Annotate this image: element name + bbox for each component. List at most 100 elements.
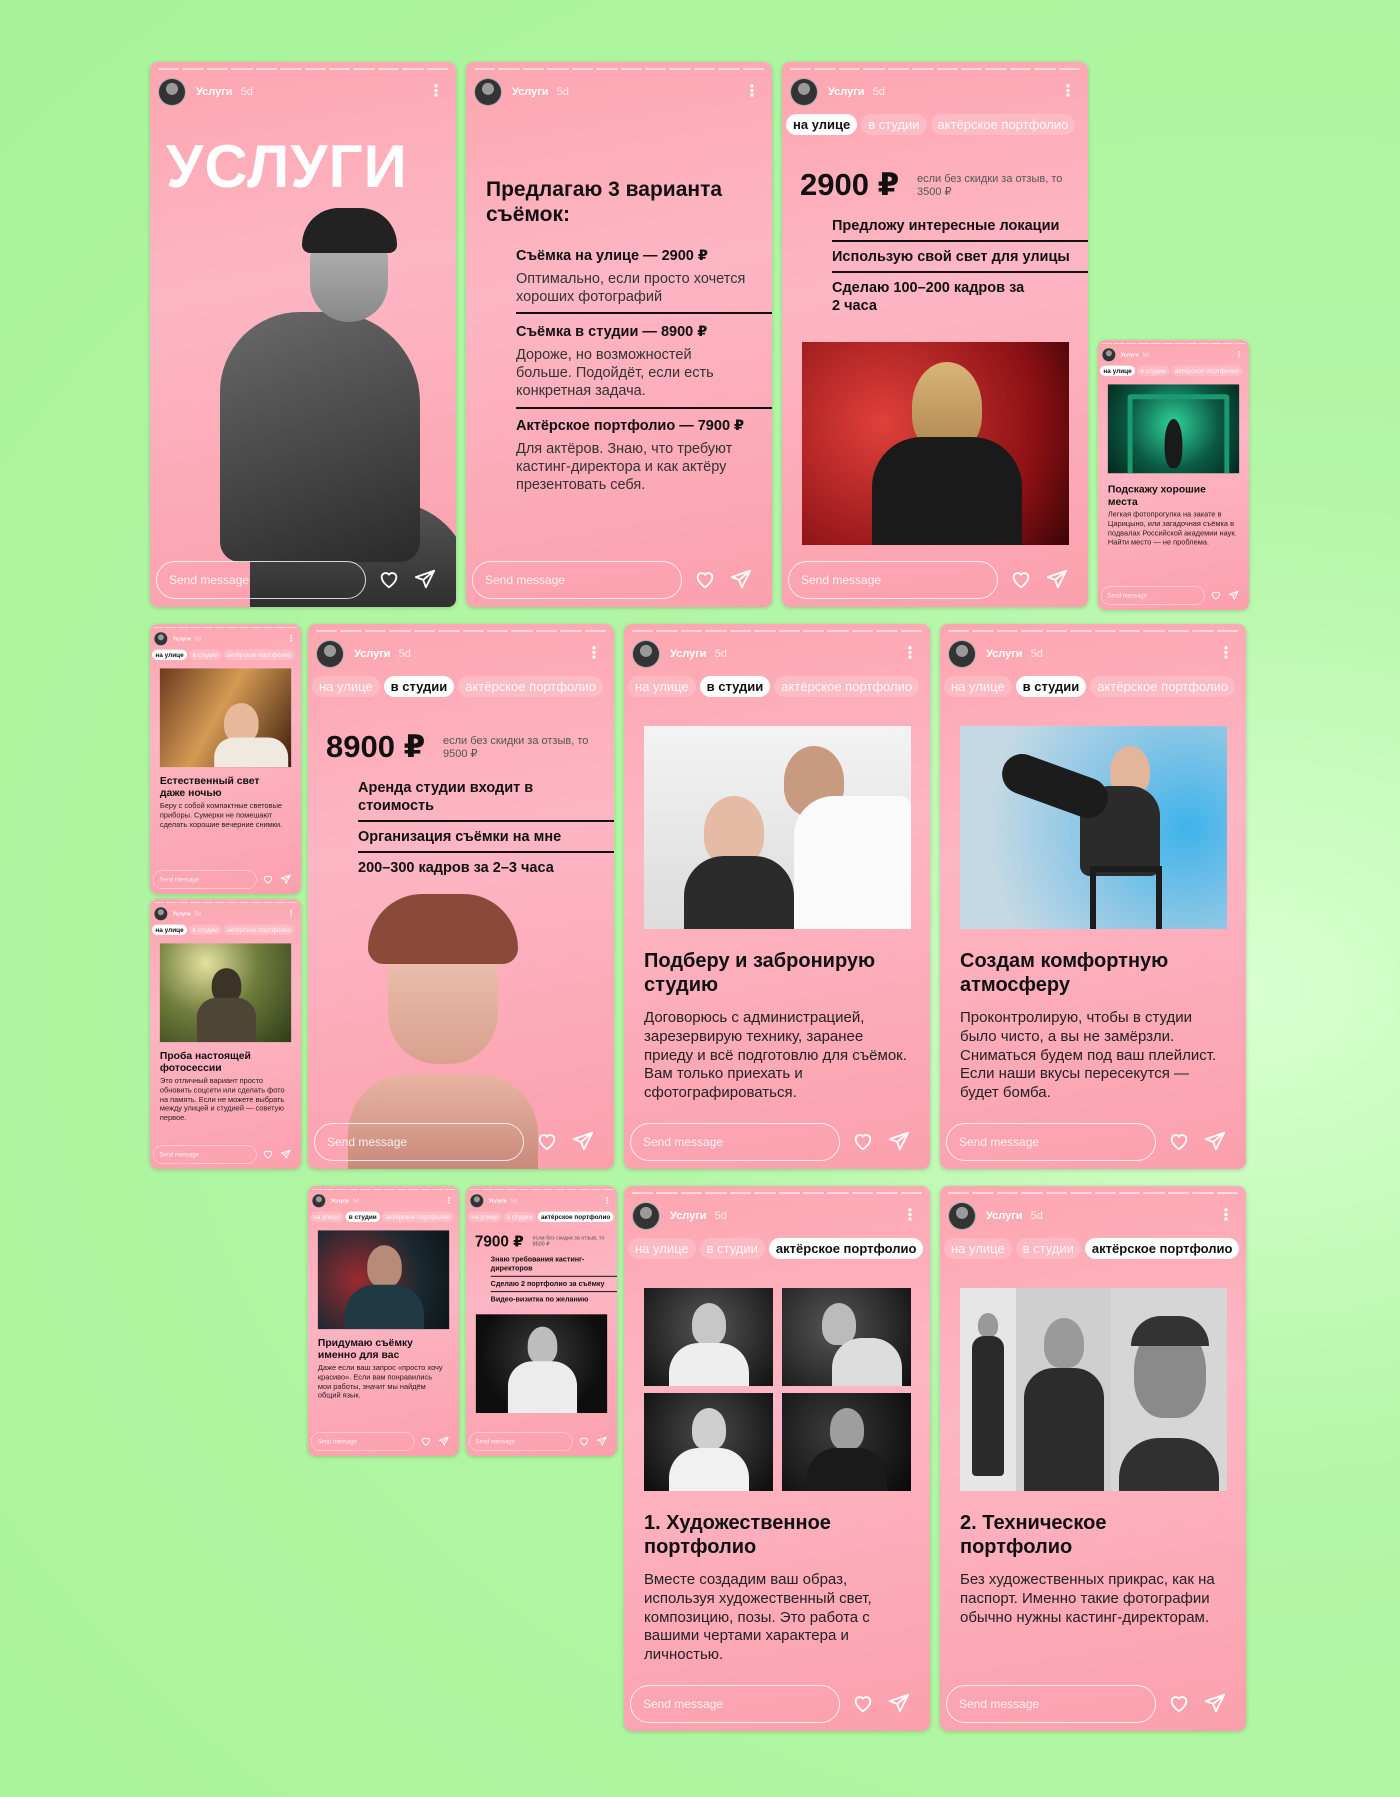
more-icon[interactable]: ⋮ bbox=[740, 84, 764, 100]
more-icon[interactable]: ⋮ bbox=[285, 635, 297, 643]
tab-actor[interactable]: актёрское портфолио bbox=[774, 676, 920, 697]
heart-icon[interactable] bbox=[1168, 1692, 1192, 1716]
send-icon[interactable] bbox=[438, 1436, 450, 1448]
avatar[interactable] bbox=[948, 1202, 976, 1230]
tab-studio[interactable]: в студии bbox=[189, 924, 222, 936]
tab-actor[interactable]: актёрское портфолио bbox=[1084, 1238, 1240, 1259]
tab-studio[interactable]: в студии bbox=[699, 1238, 765, 1259]
username[interactable]: Услуги bbox=[1121, 352, 1139, 358]
more-icon[interactable]: ⋮ bbox=[1056, 84, 1080, 100]
heart-icon[interactable] bbox=[263, 874, 275, 886]
username[interactable]: Услуги bbox=[173, 636, 191, 642]
send-message-input[interactable]: Send message bbox=[472, 561, 682, 599]
send-message-input[interactable]: Send message bbox=[630, 1685, 840, 1723]
heart-icon[interactable] bbox=[1010, 568, 1034, 592]
avatar[interactable] bbox=[153, 906, 168, 921]
avatar[interactable] bbox=[632, 1202, 660, 1230]
tab-studio[interactable]: в студии bbox=[383, 676, 455, 697]
more-icon[interactable]: ⋮ bbox=[582, 646, 606, 662]
story-card-booking[interactable]: на улице в студии актёрское портфолио По… bbox=[624, 624, 930, 1169]
send-icon[interactable] bbox=[730, 568, 754, 592]
story-card-trial[interactable]: на улице в студии актёрское портфолио Пр… bbox=[150, 899, 301, 1169]
more-icon[interactable]: ⋮ bbox=[601, 1197, 613, 1205]
heart-icon[interactable] bbox=[1211, 590, 1223, 602]
tab-actor[interactable]: актёрское портфолио bbox=[223, 649, 295, 661]
tab-studio[interactable]: в студии bbox=[189, 649, 222, 661]
tab-street[interactable]: на улице bbox=[944, 1238, 1012, 1259]
send-icon[interactable] bbox=[280, 874, 292, 886]
avatar[interactable] bbox=[948, 640, 976, 668]
username[interactable]: Услуги bbox=[986, 648, 1023, 660]
avatar[interactable] bbox=[469, 1193, 484, 1208]
tab-studio[interactable]: в студии bbox=[503, 1211, 536, 1223]
more-icon[interactable]: ⋮ bbox=[443, 1197, 455, 1205]
send-message-input[interactable]: Send message bbox=[314, 1123, 524, 1161]
tab-studio[interactable]: в студии bbox=[345, 1211, 381, 1223]
avatar[interactable] bbox=[153, 631, 168, 646]
heart-icon[interactable] bbox=[421, 1436, 433, 1448]
tab-street[interactable]: на улице bbox=[467, 1211, 502, 1223]
story-card-concept[interactable]: на улице в студии актёрское портфолио Пр… bbox=[308, 1186, 459, 1456]
story-card-art-portfolio[interactable]: на улице в студии актёрское портфолио 1.… bbox=[624, 1186, 930, 1731]
tab-street[interactable]: на улице bbox=[1099, 365, 1136, 377]
send-message-input[interactable]: Send message bbox=[468, 1432, 573, 1452]
heart-icon[interactable] bbox=[263, 1149, 275, 1161]
tab-actor[interactable]: актёрское портфолио bbox=[458, 676, 604, 697]
username[interactable]: Услуги bbox=[512, 86, 549, 98]
send-icon[interactable] bbox=[280, 1149, 292, 1161]
more-icon[interactable]: ⋮ bbox=[898, 646, 922, 662]
send-icon[interactable] bbox=[414, 568, 438, 592]
more-icon[interactable]: ⋮ bbox=[898, 1208, 922, 1224]
tab-studio[interactable]: в студии bbox=[1137, 365, 1170, 377]
avatar[interactable] bbox=[790, 78, 818, 106]
tab-actor[interactable]: актёрское портфолио bbox=[768, 1238, 924, 1259]
tab-studio[interactable]: в студии bbox=[1015, 1238, 1081, 1259]
heart-icon[interactable] bbox=[1168, 1130, 1192, 1154]
avatar[interactable] bbox=[311, 1193, 326, 1208]
tab-street[interactable]: на улице bbox=[309, 1211, 344, 1223]
story-card-places[interactable]: на улице в студии актёрское портфолио По… bbox=[1098, 340, 1249, 610]
send-message-input[interactable]: Send message bbox=[630, 1123, 840, 1161]
username[interactable]: Услуги bbox=[489, 1198, 507, 1204]
username[interactable]: Услуги bbox=[828, 86, 865, 98]
story-card-actor-price[interactable]: на улице в студии актёрское портфолио 79… bbox=[466, 1186, 617, 1456]
send-message-input[interactable]: Send message bbox=[152, 870, 257, 890]
tab-actor[interactable]: актёрское портфолио bbox=[1171, 365, 1243, 377]
tab-actor[interactable]: актёрское портфолио bbox=[382, 1211, 454, 1223]
username[interactable]: Услуги bbox=[986, 1210, 1023, 1222]
username[interactable]: Услуги bbox=[173, 911, 191, 917]
story-card-street-price[interactable]: на улице в студии актёрское портфолио 29… bbox=[782, 62, 1088, 607]
send-icon[interactable] bbox=[1228, 590, 1240, 602]
tab-actor[interactable]: актёрское портфолио bbox=[1090, 676, 1236, 697]
heart-icon[interactable] bbox=[378, 568, 402, 592]
send-icon[interactable] bbox=[1204, 1692, 1228, 1716]
send-message-input[interactable]: Send message bbox=[1100, 586, 1205, 606]
send-message-input[interactable]: Send message bbox=[156, 561, 366, 599]
tab-street[interactable]: на улице bbox=[944, 676, 1012, 697]
tab-actor[interactable]: актёрское портфолио bbox=[223, 924, 295, 936]
tab-actor[interactable]: актёрское портфолио bbox=[930, 114, 1076, 135]
more-icon[interactable]: ⋮ bbox=[1233, 351, 1245, 359]
tab-street[interactable]: на улице bbox=[628, 676, 696, 697]
tab-street[interactable]: на улице bbox=[151, 924, 188, 936]
more-icon[interactable]: ⋮ bbox=[1214, 1208, 1238, 1224]
avatar[interactable] bbox=[474, 78, 502, 106]
send-icon[interactable] bbox=[572, 1130, 596, 1154]
send-message-input[interactable]: Send message bbox=[788, 561, 998, 599]
tab-studio[interactable]: в студии bbox=[861, 114, 927, 135]
story-card-cover[interactable]: УСЛУГИ Услуги 5d ⋮ Send message bbox=[150, 62, 456, 607]
avatar[interactable] bbox=[158, 78, 186, 106]
heart-icon[interactable] bbox=[536, 1130, 560, 1154]
heart-icon[interactable] bbox=[852, 1692, 876, 1716]
send-icon[interactable] bbox=[1046, 568, 1070, 592]
story-card-options[interactable]: Предлагаю 3 варианта съёмок: Съёмка на у… bbox=[466, 62, 772, 607]
heart-icon[interactable] bbox=[694, 568, 718, 592]
username[interactable]: Услуги bbox=[354, 648, 391, 660]
avatar[interactable] bbox=[1101, 347, 1116, 362]
tab-street[interactable]: на улице bbox=[151, 649, 188, 661]
tab-street[interactable]: на улице bbox=[786, 114, 858, 135]
more-icon[interactable]: ⋮ bbox=[285, 910, 297, 918]
heart-icon[interactable] bbox=[852, 1130, 876, 1154]
send-icon[interactable] bbox=[888, 1130, 912, 1154]
tab-studio[interactable]: в студии bbox=[1015, 676, 1087, 697]
